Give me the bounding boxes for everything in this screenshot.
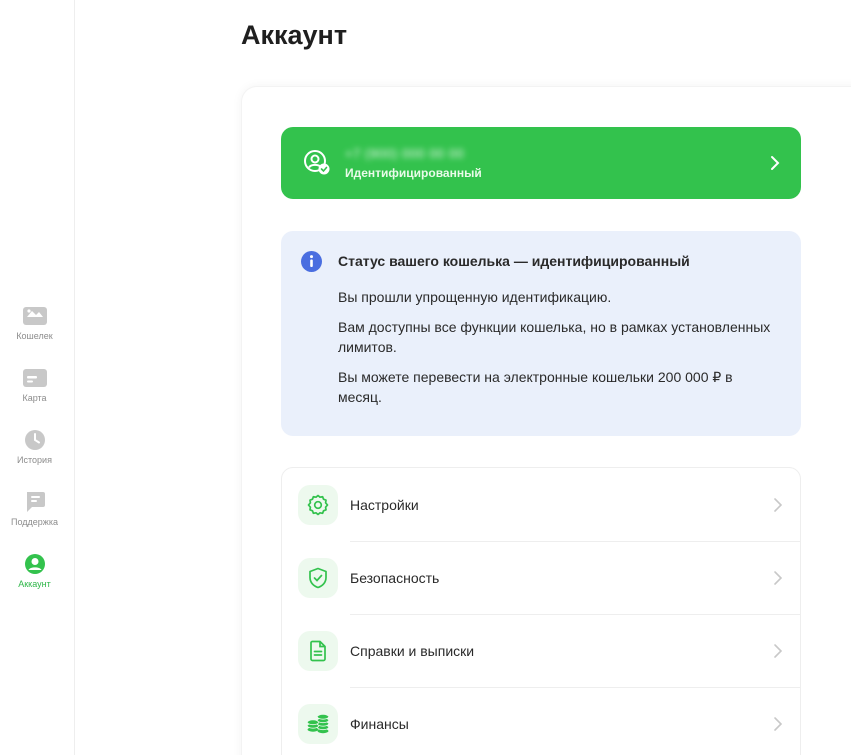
sidebar-item-label: Аккаунт bbox=[18, 579, 51, 589]
verified-user-icon bbox=[303, 149, 331, 177]
info-icon bbox=[301, 251, 322, 272]
sidebar-item-card[interactable]: Карта bbox=[0, 366, 69, 403]
info-text: Вам доступны все функции кошелька, но в … bbox=[338, 319, 771, 355]
sidebar-item-wallet[interactable]: Кошелек bbox=[0, 304, 69, 341]
info-text: Вы прошли упрощенную идентификацию. bbox=[338, 289, 612, 305]
gear-icon bbox=[298, 484, 338, 525]
sidebar-item-label: История bbox=[17, 455, 52, 465]
chat-icon bbox=[23, 490, 47, 514]
menu-item-statements[interactable]: Справки и выписки bbox=[282, 614, 802, 687]
account-card[interactable]: +7 (900) 000 00 00 Идентифицированный bbox=[281, 127, 801, 199]
account-status: Идентифицированный bbox=[345, 166, 482, 180]
account-menu: Настройки Безопасность Справки и выписки… bbox=[281, 467, 801, 755]
chevron-right-icon bbox=[774, 716, 783, 731]
chevron-right-icon bbox=[774, 497, 783, 512]
sidebar: Кошелек Карта История Поддержка Аккаунт bbox=[0, 0, 75, 755]
coins-icon bbox=[298, 703, 338, 744]
menu-item-label: Настройки bbox=[350, 496, 419, 513]
sidebar-item-label: Кошелек bbox=[16, 331, 53, 341]
sidebar-item-label: Поддержка bbox=[11, 517, 58, 527]
menu-item-security[interactable]: Безопасность bbox=[282, 541, 802, 614]
menu-item-label: Безопасность bbox=[350, 569, 440, 586]
wallet-icon bbox=[22, 304, 47, 328]
chevron-right-icon bbox=[774, 643, 783, 658]
sidebar-item-history[interactable]: История bbox=[0, 428, 69, 465]
menu-item-settings[interactable]: Настройки bbox=[282, 468, 802, 541]
shield-check-icon bbox=[298, 557, 338, 598]
page-title: Аккаунт bbox=[241, 20, 348, 50]
chevron-right-icon bbox=[774, 570, 783, 585]
wallet-status-info: Статус вашего кошелька — идентифицирован… bbox=[281, 231, 801, 436]
info-text: Вы можете перевести на электронные кошел… bbox=[338, 369, 733, 405]
menu-item-finance[interactable]: Финансы bbox=[282, 687, 802, 755]
clock-icon bbox=[23, 428, 47, 452]
menu-item-label: Финансы bbox=[350, 715, 409, 732]
chevron-right-icon bbox=[771, 156, 780, 170]
document-icon bbox=[298, 630, 338, 671]
info-title: Статус вашего кошелька — идентифицирован… bbox=[338, 253, 690, 269]
sidebar-item-account[interactable]: Аккаунт bbox=[0, 552, 69, 589]
user-icon bbox=[23, 552, 47, 576]
menu-item-label: Справки и выписки bbox=[350, 642, 475, 659]
account-phone: +7 (900) 000 00 00 bbox=[345, 146, 465, 161]
sidebar-item-support[interactable]: Поддержка bbox=[0, 490, 69, 527]
card-icon bbox=[22, 366, 47, 390]
sidebar-item-label: Карта bbox=[22, 393, 47, 403]
